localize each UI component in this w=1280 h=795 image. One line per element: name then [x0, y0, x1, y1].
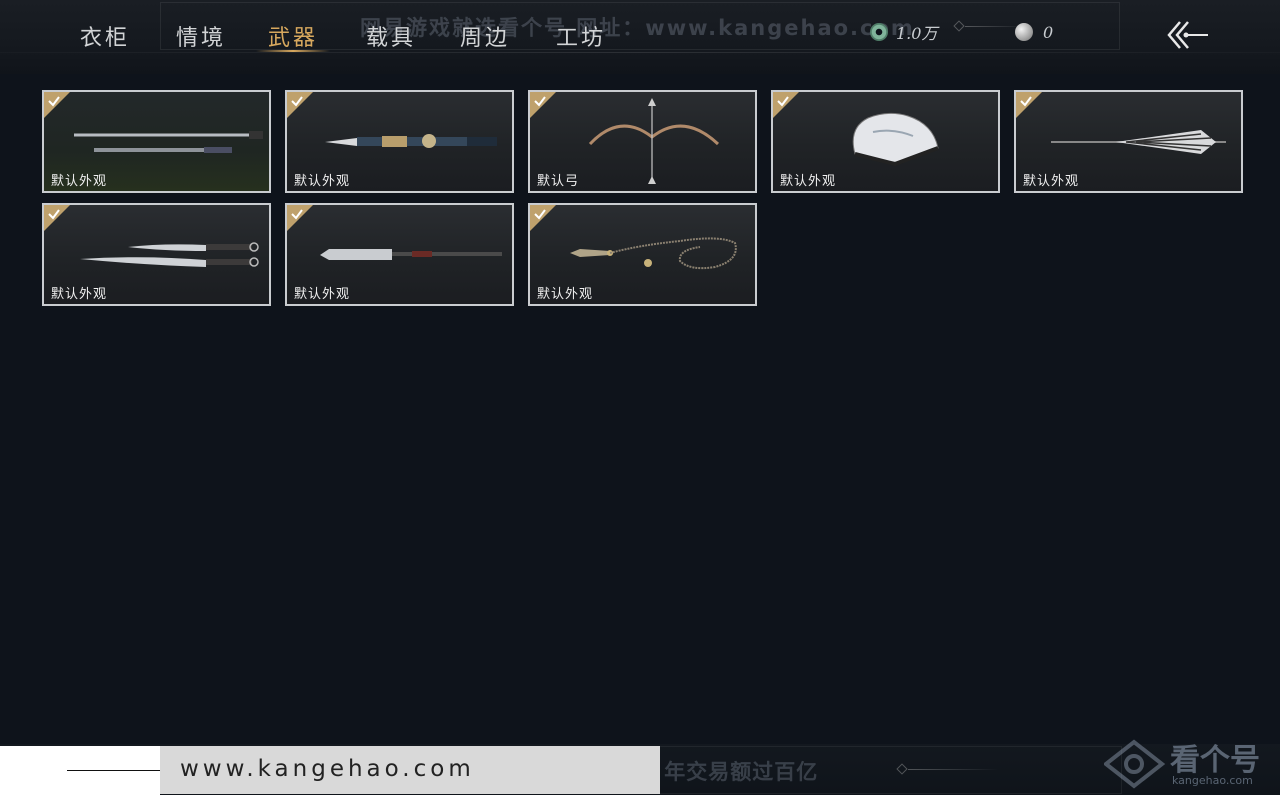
ornament-line — [908, 769, 998, 770]
tab-vehicles[interactable]: 载具 — [366, 20, 416, 52]
weapon-label: 默认外观 — [537, 287, 594, 302]
weapon-card-sword-pair[interactable]: 默认外观 — [42, 90, 271, 193]
jade-currency: 1.0万 — [870, 20, 937, 44]
weapon-label: 默认外观 — [51, 287, 108, 302]
tab-wardrobe[interactable]: 衣柜 — [80, 20, 130, 52]
checkmark-icon — [1020, 96, 1032, 107]
weapon-label: 默认弓 — [537, 174, 580, 189]
weapon-card-umbrella[interactable]: 默认外观 — [1014, 90, 1243, 193]
top-divider — [0, 52, 1280, 53]
tab-workshop[interactable]: 工坊 — [556, 20, 606, 52]
back-button[interactable] — [1164, 18, 1210, 52]
weapon-card-rope-dart[interactable]: 默认外观 — [528, 203, 757, 306]
checkmark-icon — [777, 96, 789, 107]
weapon-label: 默认外观 — [1023, 174, 1080, 189]
brand-subtitle: kangehao.com — [1172, 774, 1253, 787]
tab-scene[interactable]: 情境 — [176, 20, 226, 52]
tab-merch[interactable]: 周边 — [460, 20, 510, 52]
weapon-card-ornate-spear[interactable]: 默认外观 — [285, 90, 514, 193]
jade-coin-icon — [870, 23, 888, 41]
tab-weapons[interactable]: 武器 — [268, 20, 318, 52]
weapon-label: 默认外观 — [780, 174, 837, 189]
checkmark-icon — [48, 96, 60, 107]
jade-currency-value: 1.0万 — [896, 24, 938, 43]
checkmark-icon — [291, 96, 303, 107]
top-watermark: 网易游戏就选看个号 网址：www.kangehao.com — [360, 16, 915, 40]
active-tab-indicator — [256, 50, 330, 52]
checkmark-icon — [534, 96, 546, 107]
weapon-card-glaive[interactable]: 默认外观 — [285, 203, 514, 306]
weapon-label: 默认外观 — [294, 174, 351, 189]
silver-coin-icon — [1015, 23, 1033, 41]
weapon-card-dual-blades[interactable]: 默认外观 — [42, 203, 271, 306]
weapon-card-folding-fan[interactable]: 默认外观 — [771, 90, 1000, 193]
checkmark-icon — [291, 209, 303, 220]
brand-name: 看个号 — [1170, 743, 1260, 778]
double-chevron-left-arrow-icon — [1167, 21, 1208, 49]
checkmark-icon — [48, 209, 60, 220]
silver-currency-value: 0 — [1043, 22, 1054, 42]
checkmark-icon — [534, 209, 546, 220]
weapon-card-bow[interactable]: 默认弓 — [528, 90, 757, 193]
url-text: www.kangehao.com — [180, 756, 475, 782]
weapon-label: 默认外观 — [51, 174, 108, 189]
silver-currency: 0 — [1015, 20, 1053, 44]
weapon-label: 默认外观 — [294, 287, 351, 302]
url-banner-line — [67, 770, 167, 771]
